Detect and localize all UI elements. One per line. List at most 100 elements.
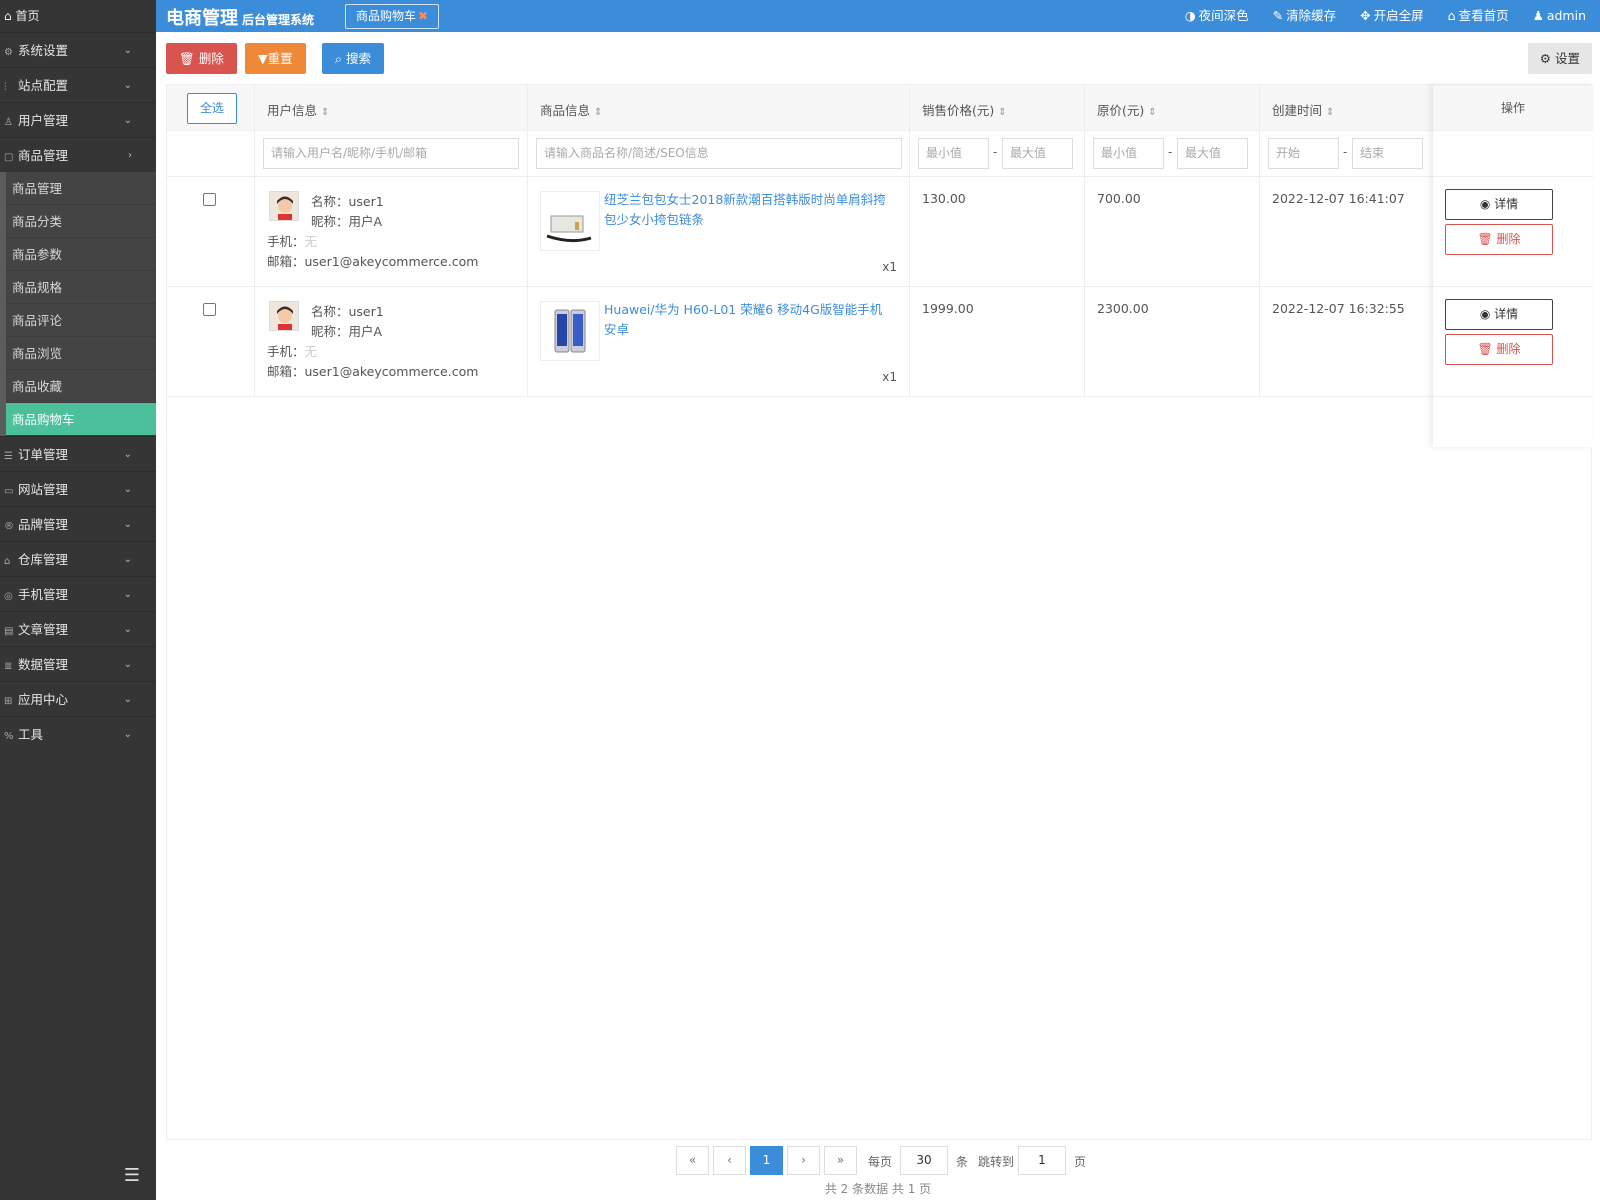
sidebar-item-apps[interactable]: ⊞ 应用中心 ⌄ (0, 681, 156, 716)
sort-icon: ⇕ (998, 107, 1007, 118)
sidebar-item-brand[interactable]: ® 品牌管理 ⌄ (0, 506, 156, 541)
sidebar-item-home[interactable]: ⌂ 首页 (0, 0, 156, 32)
detail-button[interactable]: ◉ 详情 (1445, 299, 1553, 330)
sidebar-subitem-comments[interactable]: 商品评论 (6, 304, 156, 337)
night-mode-button[interactable]: ◑ 夜间深色 (1185, 0, 1249, 32)
user-menu[interactable]: ♟ admin (1533, 0, 1586, 32)
contrast-icon: ◑ (1184, 8, 1196, 23)
clear-cache-button[interactable]: ✎ 清除缓存 (1273, 0, 1337, 32)
product-image-phone[interactable] (540, 301, 600, 361)
sidebar-item-system-settings[interactable]: ⚙ 系统设置 ⌄ (0, 32, 156, 67)
reset-button[interactable]: ▼重置 (245, 43, 306, 74)
settings-button[interactable]: ⚙ 设置 (1527, 43, 1592, 74)
sidebar-item-label: 文章管理 (18, 622, 69, 637)
delete-button[interactable]: 🗑 删除 (166, 43, 237, 74)
sidebar-item-orders[interactable]: ☰ 订单管理 ⌄ (0, 436, 156, 471)
header-goods[interactable]: 商品信息 ⇕ (528, 85, 910, 130)
goods-filter-input[interactable]: 请输入商品名称/简述/SEO信息 (536, 138, 902, 169)
header-price[interactable]: 销售价格(元) ⇕ (910, 85, 1085, 130)
chevron-right-icon: › (128, 150, 132, 161)
sidebar-subitem-browse[interactable]: 商品浏览 (6, 337, 156, 370)
sidebar-subitem-goods[interactable]: 商品管理 (6, 172, 156, 205)
first-page-button[interactable]: « (676, 1146, 709, 1175)
sidebar-item-phone[interactable]: ◎ 手机管理 ⌄ (0, 576, 156, 611)
range-dash: - (993, 145, 998, 159)
close-icon[interactable]: ✖ (418, 9, 428, 23)
row-checkbox[interactable] (203, 193, 216, 206)
user-name: 名称：user1 (311, 194, 384, 209)
chevron-down-icon: ⌄ (123, 449, 132, 460)
sidebar-item-tools[interactable]: % 工具 ⌄ (0, 716, 156, 751)
product-title-link[interactable]: Huawei/华为 H60-L01 荣耀6 移动4G版智能手机 安卓 (604, 300, 894, 340)
created-cell: 2022-12-07 16:41:07 (1260, 177, 1433, 286)
current-page-button[interactable]: 1 (750, 1146, 783, 1175)
sidebar-subitem-category[interactable]: 商品分类 (6, 205, 156, 238)
detail-button[interactable]: ◉ 详情 (1445, 189, 1553, 220)
product-title-link[interactable]: 纽芝兰包包女士2018新款潮百搭韩版时尚单肩斜挎包少女小挎包链条 (604, 190, 894, 230)
per-page-input[interactable]: 30 (900, 1146, 948, 1175)
home-icon: ⌂ (1447, 8, 1456, 23)
per-page-label: 每页 (868, 1155, 893, 1169)
sidebar-item-label: 仓库管理 (18, 552, 69, 567)
original-min-input[interactable]: 最小值 (1093, 138, 1164, 169)
created-end-input[interactable]: 结束 (1352, 138, 1423, 169)
price-max-input[interactable]: 最大值 (1002, 138, 1073, 169)
settings-label: 设置 (1554, 51, 1580, 66)
sidebar-item-label: 数据管理 (18, 657, 69, 672)
sidebar-item-warehouse[interactable]: ⌂ 仓库管理 ⌄ (0, 541, 156, 576)
filter-empty-cell (167, 131, 255, 176)
original-max-input[interactable]: 最大值 (1177, 138, 1248, 169)
prev-page-button[interactable]: ‹ (713, 1146, 746, 1175)
detail-label: 详情 (1494, 197, 1519, 211)
top-bar: 电商管理 后台管理系统 商品购物车 ✖ ◑ 夜间深色 ✎ 清除缓存 ✥ 开启全屏 ⌂ 查看首… (156, 0, 1600, 32)
reset-label: 重置 (267, 51, 293, 66)
search-button[interactable]: ⌕ 搜索 (322, 43, 385, 74)
sidebar-subitem-spec[interactable]: 商品规格 (6, 271, 156, 304)
brand-title: 电商管理 (166, 8, 238, 29)
sale-price: 130.00 (922, 191, 966, 206)
avatar (269, 191, 299, 221)
sidebar-item-users[interactable]: ♙ 用户管理 ⌄ (0, 102, 156, 137)
sidebar-collapse-icon[interactable]: ☰ (124, 1165, 140, 1186)
user-phone: 手机：无 (267, 341, 317, 360)
sidebar-subitem-favorites[interactable]: 商品收藏 (6, 370, 156, 403)
sale-price: 1999.00 (922, 301, 974, 316)
view-home-button[interactable]: ⌂ 查看首页 (1448, 0, 1509, 32)
next-page-button[interactable]: › (787, 1146, 820, 1175)
sidebar-item-articles[interactable]: ▤ 文章管理 ⌄ (0, 611, 156, 646)
brand-icon: ® (4, 521, 14, 532)
filter-icon: ▼ (258, 51, 268, 66)
sidebar-item-site-config[interactable]: ⫶ 站点配置 ⌄ (0, 67, 156, 102)
sidebar-item-goods[interactable]: ▢ 商品管理 › (0, 137, 156, 172)
header-created[interactable]: 创建时间 ⇕ (1260, 85, 1433, 130)
gear-icon: ⚙ (4, 47, 13, 58)
created-time: 2022-12-07 16:32:55 (1272, 301, 1405, 316)
jump-page-input[interactable]: 1 (1018, 1146, 1066, 1175)
sidebar-item-data[interactable]: ≣ 数据管理 ⌄ (0, 646, 156, 681)
fullscreen-button[interactable]: ✥ 开启全屏 (1360, 0, 1424, 32)
filter-original-cell: 最小值 - 最大值 (1085, 131, 1260, 176)
tab-goods-cart[interactable]: 商品购物车 ✖ (345, 4, 440, 29)
row-delete-button[interactable]: 🗑 删除 (1445, 334, 1553, 365)
header-original-price[interactable]: 原价(元) ⇕ (1085, 85, 1260, 130)
select-all-button[interactable]: 全选 (187, 93, 237, 124)
row-checkbox[interactable] (203, 303, 216, 316)
user-phone: 手机：无 (267, 231, 317, 250)
user-filter-input[interactable]: 请输入用户名/昵称/手机/邮箱 (263, 138, 519, 169)
sidebar-subitem-cart[interactable]: 商品购物车 (6, 403, 156, 436)
product-quantity: x1 (882, 370, 897, 384)
price-min-input[interactable]: 最小值 (918, 138, 989, 169)
row-select-cell (167, 287, 255, 396)
header-select-cell: 全选 (167, 85, 255, 130)
row-delete-button[interactable]: 🗑 删除 (1445, 224, 1553, 255)
product-image-bag[interactable] (540, 191, 600, 251)
eye-icon: ◉ (1479, 307, 1491, 321)
created-start-input[interactable]: 开始 (1268, 138, 1339, 169)
sidebar-subitem-params[interactable]: 商品参数 (6, 238, 156, 271)
jump-unit: 页 (1074, 1155, 1087, 1169)
header-user[interactable]: 用户信息 ⇕ (255, 85, 528, 130)
avatar (269, 301, 299, 331)
last-page-button[interactable]: » (824, 1146, 857, 1175)
sidebar-item-label: 首页 (15, 9, 40, 23)
sidebar-item-website[interactable]: ▭ 网站管理 ⌄ (0, 471, 156, 506)
